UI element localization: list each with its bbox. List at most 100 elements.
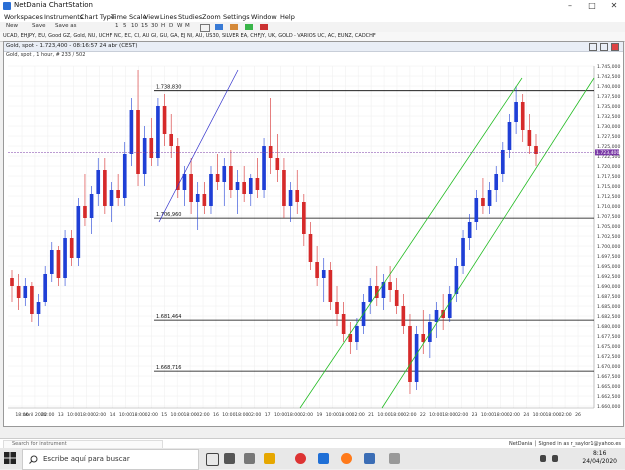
interval-5-button[interactable]: 5 — [123, 23, 127, 29]
candle-body — [368, 286, 373, 302]
price-chart[interactable]: 1.745,000 1.742,500 1.740,000 1.737,500 1.73… — [4, 52, 623, 426]
chart-maximize-button[interactable] — [600, 43, 608, 51]
candle-body — [122, 154, 127, 198]
maximize-button[interactable]: □ — [581, 0, 603, 12]
y-tick-label: 1.742,500 — [597, 74, 620, 80]
title-bar: NetDania ChartStation – □ ✕ — [0, 0, 625, 12]
candle-body — [268, 146, 273, 158]
y-tick-label: 1.720,000 — [597, 164, 620, 170]
menu-lines[interactable]: Lines — [160, 13, 177, 21]
candle-body — [335, 302, 339, 314]
y-tick-label: 1.700,000 — [597, 244, 620, 250]
y-tick-label: 1.735,000 — [597, 104, 620, 110]
y-tick-label: 1.677,500 — [597, 334, 620, 340]
interval-m-button[interactable]: M — [185, 23, 190, 29]
menu-studies[interactable]: Studies — [178, 13, 202, 21]
candle-body — [275, 158, 280, 170]
x-tick-label: 18:00 — [494, 412, 507, 418]
candle-body — [401, 306, 406, 326]
taskbar-search-box[interactable]: Escribe aquí para buscar — [22, 449, 199, 470]
candle-body — [96, 170, 101, 194]
x-tick-label: 17 — [265, 412, 271, 418]
menu-chart-type[interactable]: Chart Type — [80, 13, 115, 21]
mail-icon[interactable] — [364, 453, 375, 464]
candle-body — [447, 294, 452, 318]
candle-body — [328, 270, 333, 302]
y-tick-label: 1.740,000 — [597, 84, 620, 90]
workspace-tab-list[interactable]: UCAD, EHJPY, EU, Good GZ, Gold, NU, UCHF… — [3, 33, 376, 39]
y-tick-label: 1.690,000 — [597, 284, 620, 290]
file-explorer-icon[interactable] — [264, 453, 275, 464]
chart-window-header: Gold, spot - 1.723,400 - 08:16:57 24 abr… — [4, 42, 623, 52]
candle-body — [461, 238, 465, 266]
horizontal-level-label: 1.668,716 — [156, 365, 181, 371]
x-tick-label: 13 — [58, 412, 64, 418]
menu-window[interactable]: Window — [251, 13, 277, 21]
menu-settings[interactable]: Settings — [223, 13, 250, 21]
task-view-icon[interactable] — [206, 453, 219, 466]
candle-body — [514, 102, 518, 122]
minimize-button[interactable]: – — [559, 0, 581, 12]
candle-body — [36, 302, 41, 314]
menu-help[interactable]: Help — [280, 13, 295, 21]
save-as-button[interactable]: Save as — [55, 23, 76, 29]
menu-workspaces[interactable]: Workspaces — [4, 13, 43, 21]
edge-icon[interactable] — [318, 453, 329, 464]
x-tick-label: 18:00 — [287, 412, 300, 418]
horizontal-level-label: 1.706,960 — [156, 212, 181, 218]
chart-window-title: Gold, spot - 1.723,400 - 08:16:57 24 abr… — [6, 43, 138, 49]
close-button[interactable]: ✕ — [603, 0, 625, 12]
window-title: NetDania ChartStation — [14, 1, 93, 9]
firefox-icon[interactable] — [341, 453, 352, 464]
opera-icon[interactable] — [295, 453, 306, 464]
netdania-taskbar-icon[interactable] — [389, 453, 400, 464]
new-button[interactable]: New — [6, 23, 18, 29]
x-tick-label: 10:00 — [481, 412, 494, 418]
x-tick-label: 10:00 — [171, 412, 184, 418]
chart-type-icon[interactable] — [200, 24, 210, 32]
chart-minimize-button[interactable] — [589, 43, 597, 51]
draw-line-icon[interactable] — [230, 24, 238, 30]
fibonacci-icon[interactable] — [245, 24, 253, 30]
store-icon[interactable] — [244, 453, 255, 464]
interval-10-button[interactable]: 10 — [131, 23, 138, 29]
menu-time-scale[interactable]: Time Scale — [111, 13, 146, 21]
candle-body — [494, 174, 499, 190]
interval-d-button[interactable]: D — [169, 23, 173, 29]
crosshair-icon[interactable] — [215, 24, 223, 30]
candle-body — [209, 174, 213, 206]
menu-zoom[interactable]: Zoom — [202, 13, 221, 21]
y-tick-label: 1.702,500 — [597, 234, 620, 240]
interval-w-button[interactable]: W — [177, 23, 182, 29]
windows-start-icon[interactable] — [4, 452, 16, 464]
menu-instruments[interactable]: Instruments — [44, 13, 83, 21]
save-button[interactable]: Save — [32, 23, 46, 29]
calculator-icon[interactable] — [224, 453, 235, 464]
candle-body — [215, 174, 220, 182]
y-tick-label: 1.725,000 — [597, 144, 620, 150]
x-tick-label: 02:00 — [507, 412, 520, 418]
candle-body — [76, 206, 81, 258]
y-tick-label: 1.660,000 — [597, 404, 620, 410]
system-clock[interactable]: 8:16 24/04/2020 — [582, 450, 617, 466]
network-icon[interactable] — [540, 455, 546, 462]
candle-body — [156, 106, 160, 158]
chart-close-button[interactable] — [611, 43, 619, 51]
volume-icon[interactable] — [552, 455, 558, 462]
interval-h-button[interactable]: H — [161, 23, 165, 29]
x-tick-label: 10:00 — [274, 412, 287, 418]
interval-1-button[interactable]: 1 — [115, 23, 119, 29]
x-tick-label: 02:00 — [196, 412, 209, 418]
interval-30-button[interactable]: 30 — [151, 23, 158, 29]
delete-icon[interactable] — [260, 24, 268, 30]
candle-body — [408, 326, 412, 382]
candle-body — [315, 262, 319, 278]
y-tick-label: 1.667,500 — [597, 374, 620, 380]
x-tick-label: 21 — [368, 412, 374, 418]
candle-body — [56, 250, 61, 278]
interval-15-button[interactable]: 15 — [141, 23, 148, 29]
menu-view[interactable]: View — [144, 13, 159, 21]
taskbar-search-text: Escribe aquí para buscar — [43, 455, 130, 463]
candle-body — [229, 166, 233, 190]
x-tick-label: 10:00 — [377, 412, 390, 418]
